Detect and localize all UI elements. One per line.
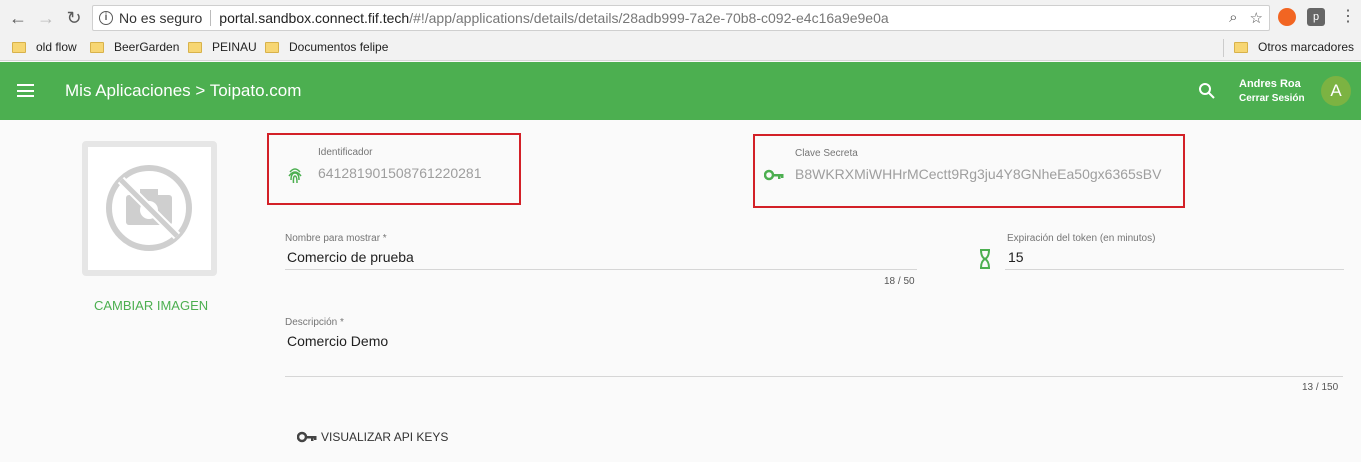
folder-icon bbox=[188, 41, 202, 53]
divider bbox=[210, 10, 212, 26]
bookmark-old-flow[interactable]: old flow bbox=[12, 40, 77, 54]
back-icon[interactable]: ← bbox=[6, 6, 30, 30]
star-icon[interactable]: ☆ bbox=[1250, 9, 1263, 27]
info-icon[interactable]: i bbox=[99, 11, 113, 25]
token-expiration-input[interactable]: 15 bbox=[1008, 249, 1024, 265]
identifier-label: Identificador bbox=[318, 147, 373, 158]
url-path: /#!/app/applications/details/details/28a… bbox=[409, 10, 889, 26]
browser-toolbar: ← → ↻ i No es seguro portal.sandbox.conn… bbox=[0, 0, 1361, 36]
description-input[interactable]: Comercio Demo bbox=[287, 333, 388, 349]
app-header: Mis Aplicaciones > Toipato.com Andres Ro… bbox=[0, 62, 1361, 120]
display-name-underline bbox=[285, 269, 917, 270]
menu-icon[interactable] bbox=[17, 84, 34, 97]
app-image-placeholder bbox=[82, 141, 217, 276]
display-name-label: Nombre para mostrar * bbox=[285, 233, 387, 244]
token-expiration-underline bbox=[1005, 269, 1344, 270]
extension-p-icon[interactable]: p bbox=[1307, 8, 1325, 26]
description-counter: 13 / 150 bbox=[1302, 382, 1339, 393]
no-photo-icon bbox=[106, 165, 192, 251]
security-label: No es seguro bbox=[119, 10, 203, 26]
bookmark-documentos-felipe[interactable]: Documentos felipe bbox=[265, 40, 388, 54]
divider bbox=[1223, 39, 1224, 57]
logout-link[interactable]: Cerrar Sesión bbox=[1239, 93, 1305, 104]
folder-icon bbox=[1234, 41, 1248, 53]
bookmark-otros-marcadores[interactable]: Otros marcadores bbox=[1234, 40, 1354, 54]
user-name: Andres Roa bbox=[1239, 78, 1301, 90]
description-underline bbox=[285, 376, 1343, 377]
avatar[interactable]: A bbox=[1321, 76, 1351, 106]
zoom-icon[interactable]: ⌕ bbox=[1229, 9, 1237, 27]
display-name-counter: 18 / 50 bbox=[884, 276, 915, 287]
display-name-input[interactable]: Comercio de prueba bbox=[287, 249, 414, 265]
key-icon bbox=[297, 431, 317, 443]
view-api-keys-label: VISUALIZAR API KEYS bbox=[321, 430, 449, 444]
bookmarks-bar: old flow BeerGarden PEINAU Documentos fe… bbox=[0, 36, 1361, 61]
hourglass-icon bbox=[980, 249, 990, 269]
reload-icon[interactable]: ↻ bbox=[62, 6, 86, 30]
secret-key-label: Clave Secreta bbox=[795, 148, 858, 159]
address-bar[interactable]: i No es seguro portal.sandbox.connect.fi… bbox=[92, 5, 1270, 31]
view-api-keys-button[interactable]: VISUALIZAR API KEYS bbox=[297, 430, 448, 444]
menu-kebab-icon[interactable]: ⋮ bbox=[1340, 8, 1356, 26]
key-icon bbox=[764, 169, 784, 181]
extension-lifebuoy-icon[interactable] bbox=[1278, 8, 1296, 26]
identifier-value: 641281901508761220281 bbox=[318, 165, 482, 181]
bookmark-peinau[interactable]: PEINAU bbox=[188, 40, 257, 54]
url-host: portal.sandbox.connect.fif.tech bbox=[219, 10, 410, 26]
token-expiration-label: Expiración del token (en minutos) bbox=[1007, 233, 1156, 244]
secret-key-value: B8WKRXMiWHHrMCectt9Rg3ju4Y8GNheEa50gx636… bbox=[795, 166, 1162, 182]
folder-icon bbox=[12, 41, 26, 53]
description-label: Descripción * bbox=[285, 317, 344, 328]
fingerprint-icon bbox=[288, 168, 302, 184]
forward-icon[interactable]: → bbox=[34, 6, 58, 30]
bookmark-beergarden[interactable]: BeerGarden bbox=[90, 40, 179, 54]
folder-icon bbox=[90, 41, 104, 53]
search-icon[interactable] bbox=[1198, 82, 1216, 100]
change-image-button[interactable]: CAMBIAR IMAGEN bbox=[94, 298, 208, 313]
folder-icon bbox=[265, 41, 279, 53]
page-title: Mis Aplicaciones > Toipato.com bbox=[65, 81, 302, 100]
